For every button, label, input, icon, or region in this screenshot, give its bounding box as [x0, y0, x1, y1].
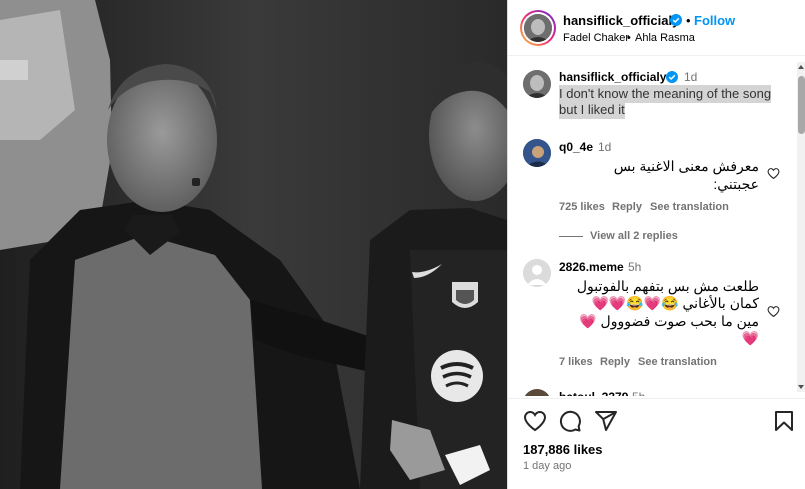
audio-title[interactable]: Ahla Rasma [635, 32, 695, 44]
author-avatar[interactable] [520, 10, 556, 46]
comment-time[interactable]: 5h [632, 390, 645, 396]
verified-badge-icon [666, 71, 678, 83]
comments-list[interactable]: hansiflick_officialy 1d I don't know the… [508, 56, 805, 396]
replies-divider [559, 236, 583, 237]
comment-likes[interactable]: 725 likes [559, 201, 605, 213]
scrollbar-thumb[interactable] [798, 76, 805, 134]
video-frame-illustration [0, 0, 507, 489]
comment-icon[interactable] [558, 409, 582, 433]
comment-time[interactable]: 1d [598, 140, 611, 154]
comment-like-heart-icon[interactable] [767, 305, 780, 318]
post-date[interactable]: 1 day ago [523, 460, 571, 472]
avatar-illustration [524, 14, 552, 42]
audio-artist[interactable]: Fadel Chaker [563, 32, 629, 44]
likes-count[interactable]: 187,886 likes [523, 442, 603, 457]
share-icon[interactable] [594, 409, 618, 433]
comment-username[interactable]: batoul_2379 [559, 390, 628, 396]
separator-dot: • [686, 13, 691, 28]
post-video[interactable] [0, 0, 507, 489]
post-header: hansiflick_officialy • Follow Fadel Chak… [508, 0, 805, 56]
avatar-illustration [523, 70, 551, 98]
comment-username[interactable]: q0_4e [559, 140, 593, 154]
follow-button[interactable]: Follow [694, 13, 735, 28]
audio-separator: • [627, 32, 631, 44]
comment-time[interactable]: 1d [684, 70, 697, 84]
caption-line-2: but I liked it [559, 101, 625, 119]
author-username[interactable]: hansiflick_officialy [563, 13, 679, 28]
see-translation-button[interactable]: See translation [650, 201, 729, 213]
comment-text-line-2: عجبتني: [713, 176, 759, 192]
comment-text-line-2: كمان بالأغاني 😂💗😂💗💗 [591, 295, 759, 311]
default-avatar-icon [523, 259, 551, 287]
comment-avatar[interactable] [523, 259, 551, 287]
verified-badge-icon [670, 14, 682, 26]
comment-username[interactable]: hansiflick_officialy [559, 70, 666, 84]
heart-icon[interactable] [523, 409, 547, 433]
see-translation-button[interactable]: See translation [638, 356, 717, 368]
comment-username[interactable]: 2826.meme [559, 260, 624, 274]
instagram-post-view: hansiflick_officialy • Follow Fadel Chak… [0, 0, 805, 489]
comment-text-line-4: 💗 [741, 330, 759, 346]
avatar-illustration [523, 139, 551, 167]
post-side-panel: hansiflick_officialy • Follow Fadel Chak… [507, 0, 805, 489]
comment-avatar[interactable] [523, 389, 551, 396]
reply-button[interactable]: Reply [600, 356, 630, 368]
comment-time[interactable]: 5h [628, 260, 641, 274]
comment-like-heart-icon[interactable] [767, 167, 780, 180]
comment-avatar[interactable] [523, 70, 551, 98]
avatar-photo [524, 14, 552, 42]
comment-likes[interactable]: 7 likes [559, 356, 593, 368]
scroll-up-arrow-icon[interactable] [798, 65, 804, 69]
comment-text-line-1: معرفش معنى الاغنية بس [613, 158, 759, 174]
reply-button[interactable]: Reply [612, 201, 642, 213]
bookmark-icon[interactable] [772, 409, 796, 433]
post-actions: 187,886 likes 1 day ago [508, 398, 805, 489]
view-replies-button[interactable]: View all 2 replies [590, 230, 678, 242]
scroll-down-arrow-icon[interactable] [798, 385, 804, 389]
comments-scrollbar[interactable] [797, 62, 805, 392]
comment-avatar[interactable] [523, 139, 551, 167]
